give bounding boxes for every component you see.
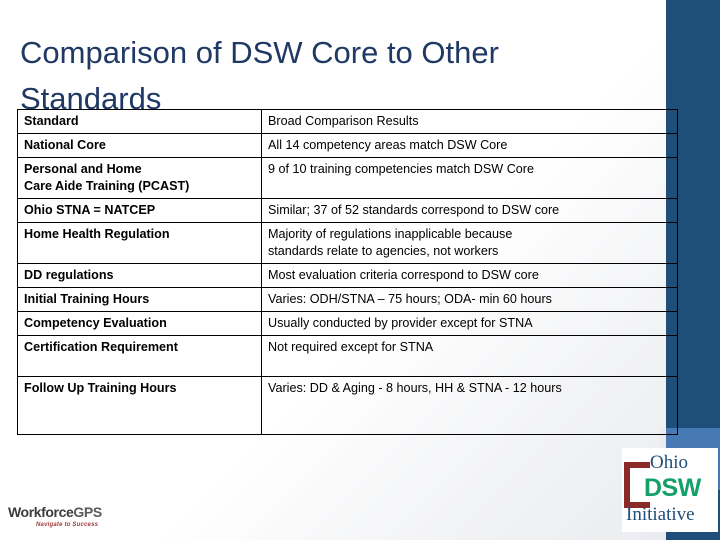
cell-results-line1: Similar; 37 of 52 standards correspond t…	[268, 203, 560, 217]
cell-standard: Initial Training Hours	[17, 287, 262, 312]
table-row: Follow Up Training Hours Varies: DD & Ag…	[17, 376, 678, 435]
cell-standard: Follow Up Training Hours	[17, 376, 262, 435]
table-header-row: Standard Broad Comparison Results	[17, 109, 678, 134]
cell-standard: Certification Requirement	[17, 335, 262, 377]
cell-standard: DD regulations	[17, 263, 262, 288]
cell-results: Most evaluation criteria correspond to D…	[261, 263, 678, 288]
cell-standard-line1: National Core	[24, 138, 106, 152]
cell-results-line1: Not required except for STNA	[268, 340, 434, 354]
cell-standard: Competency Evaluation	[17, 311, 262, 336]
cell-standard-line1: Certification Requirement	[24, 340, 178, 354]
cell-results: Varies: DD & Aging - 8 hours, HH & STNA …	[261, 376, 678, 435]
cell-standard-line1: Home Health Regulation	[24, 227, 170, 241]
comparison-table-container: Standard Broad Comparison Results Nation…	[17, 109, 678, 435]
workforce-gps-logo-text: WorkforceGPS	[8, 504, 102, 520]
cell-results: All 14 competency areas match DSW Core	[261, 133, 678, 158]
cell-results-line1: Most evaluation criteria correspond to D…	[268, 268, 539, 282]
cell-results-line1: Varies: DD & Aging - 8 hours, HH & STNA …	[268, 381, 562, 395]
table-row: Ohio STNA = NATCEP Similar; 37 of 52 sta…	[17, 198, 678, 223]
cell-standard-line1: Ohio STNA = NATCEP	[24, 203, 156, 217]
dsw-logo-line-ohio: Ohio	[650, 452, 688, 473]
table-row: Personal and Home Care Aide Training (PC…	[17, 157, 678, 199]
column-header-standard: Standard	[17, 109, 262, 134]
cell-results: Majority of regulations inapplicable bec…	[261, 222, 678, 264]
cell-results: Similar; 37 of 52 standards correspond t…	[261, 198, 678, 223]
cell-standard-line1: Personal and Home	[24, 162, 142, 176]
dsw-logo-line-dsw: DSW	[644, 474, 701, 502]
comparison-table: Standard Broad Comparison Results Nation…	[17, 109, 678, 435]
dsw-logo-line-initiative: Initiative	[626, 504, 695, 525]
cell-results-line1: Majority of regulations inapplicable bec…	[268, 227, 513, 241]
cell-standard-line1: DD regulations	[24, 268, 114, 282]
cell-results-line1: Usually conducted by provider except for…	[268, 316, 533, 330]
workforce-gps-name-main: Workforce	[8, 504, 74, 520]
table-row: Home Health Regulation Majority of regul…	[17, 222, 678, 264]
table-row: DD regulations Most evaluation criteria …	[17, 263, 678, 288]
cell-standard-line1: Competency Evaluation	[24, 316, 167, 330]
cell-results-line2: standards relate to agencies, not worker…	[268, 244, 499, 258]
table-row: Competency Evaluation Usually conducted …	[17, 311, 678, 336]
cell-results: Usually conducted by provider except for…	[261, 311, 678, 336]
ohio-dsw-initiative-logo: Ohio DSW Initiative	[622, 448, 718, 532]
cell-results-line1: Varies: ODH/STNA – 75 hours; ODA- min 60…	[268, 292, 552, 306]
cell-standard: National Core	[17, 133, 262, 158]
cell-standard: Personal and Home Care Aide Training (PC…	[17, 157, 262, 199]
cell-standard-line1: Follow Up Training Hours	[24, 381, 177, 395]
workforce-gps-logo: WorkforceGPS Navigate to Success	[6, 494, 126, 536]
cell-results: 9 of 10 training competencies match DSW …	[261, 157, 678, 199]
table-row: National Core All 14 competency areas ma…	[17, 133, 678, 158]
column-header-results: Broad Comparison Results	[261, 109, 678, 134]
table-row: Initial Training Hours Varies: ODH/STNA …	[17, 287, 678, 312]
workforce-gps-name-suffix: GPS	[73, 504, 102, 520]
slide-canvas: Comparison of DSW Core to Other Standard…	[0, 0, 720, 540]
cell-results-line1: 9 of 10 training competencies match DSW …	[268, 162, 534, 176]
cell-results-line1: All 14 competency areas match DSW Core	[268, 138, 508, 152]
table-row: Certification Requirement Not required e…	[17, 335, 678, 377]
workforce-gps-tagline: Navigate to Success	[36, 522, 99, 528]
cell-results: Not required except for STNA	[261, 335, 678, 377]
cell-standard: Ohio STNA = NATCEP	[17, 198, 262, 223]
cell-standard-line1: Initial Training Hours	[24, 292, 150, 306]
cell-results: Varies: ODH/STNA – 75 hours; ODA- min 60…	[261, 287, 678, 312]
cell-standard: Home Health Regulation	[17, 222, 262, 264]
cell-standard-line2: Care Aide Training (PCAST)	[24, 179, 190, 193]
